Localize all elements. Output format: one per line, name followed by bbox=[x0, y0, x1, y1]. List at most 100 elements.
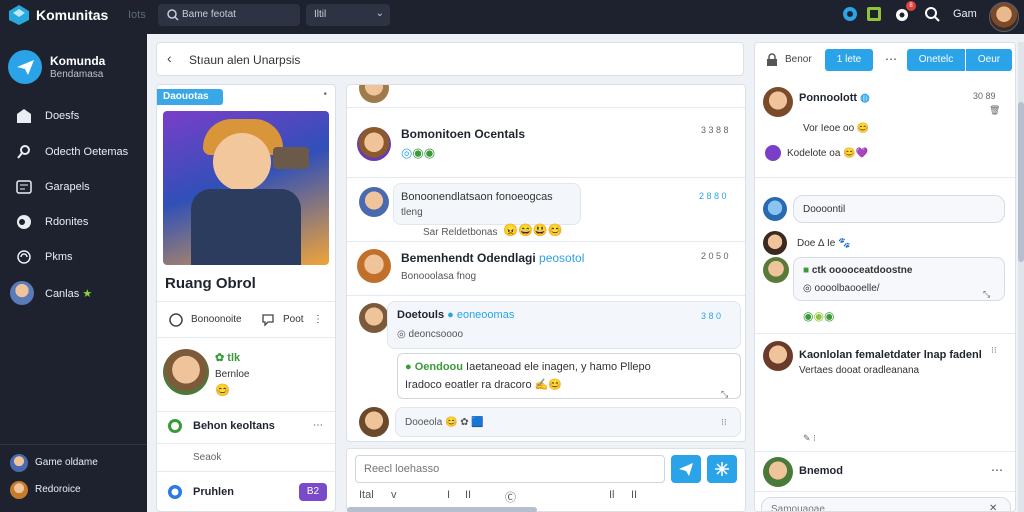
divider bbox=[755, 333, 1015, 334]
sidebar-item-people[interactable]: Pkms bbox=[0, 243, 147, 271]
grid-icon[interactable] bbox=[866, 6, 882, 22]
sidebar-user[interactable]: Redoroice bbox=[10, 481, 147, 501]
paper-plane-icon bbox=[17, 60, 34, 75]
avatar[interactable] bbox=[765, 145, 781, 161]
breadcrumb: ‹ Stıaun alen Unarpsis bbox=[156, 42, 744, 76]
avatar[interactable] bbox=[359, 187, 389, 217]
emoji-icon: 😊 bbox=[215, 383, 230, 397]
logo-icon[interactable] bbox=[8, 4, 30, 26]
avatar[interactable] bbox=[763, 87, 793, 117]
format-tool[interactable]: II bbox=[465, 489, 471, 501]
sidebar-item-channels[interactable]: Canlas ★ bbox=[0, 279, 147, 307]
more-icon[interactable]: • bbox=[323, 89, 327, 100]
panel-header-label: Benor bbox=[785, 54, 812, 65]
options-icon[interactable]: ⁝⁝ bbox=[991, 345, 997, 356]
format-tool[interactable]: II bbox=[631, 489, 637, 501]
more-icon[interactable]: ⋯ bbox=[313, 420, 323, 431]
top-bar: Komunitas Iots Bame feotat Iltil ⌄ 8 Gam bbox=[0, 0, 1024, 34]
avatar[interactable] bbox=[359, 85, 389, 103]
avatar[interactable] bbox=[359, 303, 389, 333]
divider bbox=[347, 241, 745, 242]
back-arrow-icon[interactable]: ‹ bbox=[167, 50, 172, 66]
post-title: Bemenhendt Odendlagi peosotol bbox=[401, 251, 585, 265]
options-icon[interactable]: ⁝⁝ bbox=[721, 417, 727, 428]
new-thread-button[interactable]: 1 lete bbox=[825, 49, 873, 71]
sidebar-item-home[interactable]: Doesfs bbox=[0, 102, 147, 130]
expand-icon[interactable]: ⤡ bbox=[721, 389, 728, 400]
thread-text: Kodelote oa 😊💜 bbox=[787, 148, 869, 159]
avatar[interactable] bbox=[763, 341, 793, 371]
divider bbox=[755, 177, 1015, 178]
edit-icon[interactable]: ✎ ⁝ bbox=[803, 433, 816, 444]
format-tool[interactable]: I bbox=[447, 489, 450, 501]
sidebar-item-discover[interactable]: Rdonites bbox=[0, 208, 147, 236]
divider bbox=[157, 337, 335, 338]
avatar[interactable] bbox=[763, 197, 787, 221]
thread-title: Kaonlolan femaletdater lnap fadenl bbox=[799, 349, 982, 361]
avatar[interactable] bbox=[763, 457, 793, 487]
send-button[interactable] bbox=[671, 455, 701, 483]
avatar[interactable] bbox=[357, 127, 391, 161]
more-icon[interactable]: ⋯ bbox=[991, 463, 1003, 477]
reaction-icons[interactable]: ◎◉◉ bbox=[401, 145, 435, 161]
sidebar-item-label: Garapels bbox=[45, 181, 90, 193]
attach-button[interactable] bbox=[707, 455, 737, 483]
avatar[interactable] bbox=[763, 231, 787, 255]
post-text: Bonoonendlatsaon fonoeogcas bbox=[401, 191, 553, 203]
more-icon[interactable]: ⋮ bbox=[313, 314, 323, 325]
scrollbar-thumb[interactable] bbox=[1018, 102, 1024, 262]
divider bbox=[347, 295, 745, 296]
shield-check-icon bbox=[168, 419, 182, 433]
format-tool[interactable]: Ⓒ bbox=[505, 489, 516, 505]
group-meta-label: Bonoonoite bbox=[191, 314, 242, 325]
thread-search-input[interactable]: Samouaoae bbox=[771, 504, 825, 511]
shield-icon[interactable] bbox=[842, 6, 858, 22]
chat-icon[interactable] bbox=[261, 313, 275, 327]
filter-dropdown[interactable]: Iltil ⌄ bbox=[306, 4, 390, 26]
user-button[interactable]: Oeur bbox=[966, 49, 1012, 71]
format-tool[interactable]: Il bbox=[609, 489, 615, 501]
format-tool[interactable]: Ital bbox=[359, 489, 374, 501]
community-icon[interactable] bbox=[8, 50, 42, 84]
expand-icon[interactable]: ⤡ bbox=[983, 289, 990, 300]
search-icon bbox=[17, 145, 30, 159]
post-time: 3 8 0 bbox=[701, 311, 722, 321]
send-icon bbox=[679, 463, 693, 476]
member-tag: ✿ tlk bbox=[215, 352, 241, 364]
sidebar-item-search[interactable]: Odecth Oetemas bbox=[0, 138, 147, 166]
group-tag: Daouotas bbox=[157, 89, 223, 105]
vertical-scrollbar[interactable] bbox=[1018, 42, 1024, 512]
search-input[interactable]: Bame feotat bbox=[182, 9, 236, 20]
trash-icon[interactable]: 🗑 bbox=[989, 105, 1000, 116]
sidebar: Komunda Bendamasa Doesfs Odecth Oetemas … bbox=[0, 34, 147, 512]
user-name[interactable]: Gam bbox=[953, 8, 977, 20]
close-icon[interactable]: ✕ bbox=[989, 503, 997, 511]
divider bbox=[0, 444, 147, 445]
avatar[interactable] bbox=[163, 349, 209, 395]
refresh-icon bbox=[168, 485, 182, 499]
search-icon[interactable] bbox=[924, 6, 940, 22]
avatar[interactable] bbox=[359, 407, 389, 437]
reaction-icons[interactable]: ◉◉◉ bbox=[803, 309, 834, 323]
sidebar-item-games[interactable]: Garapels bbox=[0, 173, 147, 201]
filter-value: Iltil bbox=[314, 9, 327, 20]
group-row-label[interactable]: Pruhlen bbox=[193, 486, 234, 498]
search-field[interactable]: Bame feotat bbox=[158, 4, 300, 26]
app-brand: Komunitas bbox=[36, 7, 109, 23]
avatar[interactable] bbox=[763, 257, 789, 283]
chevron-down-icon: ⌄ bbox=[375, 8, 384, 19]
group-row-label[interactable]: Behon keoltans bbox=[193, 420, 275, 432]
more-icon[interactable]: ⋯ bbox=[885, 52, 897, 66]
format-tool[interactable]: v bbox=[391, 489, 397, 501]
avatar[interactable] bbox=[357, 249, 391, 283]
threads-panel: Benor 1 lete ⋯ Onetelc Oeur Ponnoolott ◍… bbox=[754, 42, 1016, 512]
group-meta-label: Poot bbox=[283, 314, 304, 325]
online-button[interactable]: Onetelc bbox=[907, 49, 965, 71]
message-input[interactable] bbox=[355, 455, 665, 483]
quoted-message[interactable] bbox=[397, 353, 741, 399]
sidebar-user[interactable]: Game oldame bbox=[10, 454, 147, 474]
thread-bubble[interactable] bbox=[793, 257, 1005, 301]
horizontal-scrollbar[interactable] bbox=[347, 507, 537, 512]
avatar[interactable] bbox=[989, 2, 1019, 32]
status-badge[interactable]: B2 bbox=[299, 483, 327, 501]
